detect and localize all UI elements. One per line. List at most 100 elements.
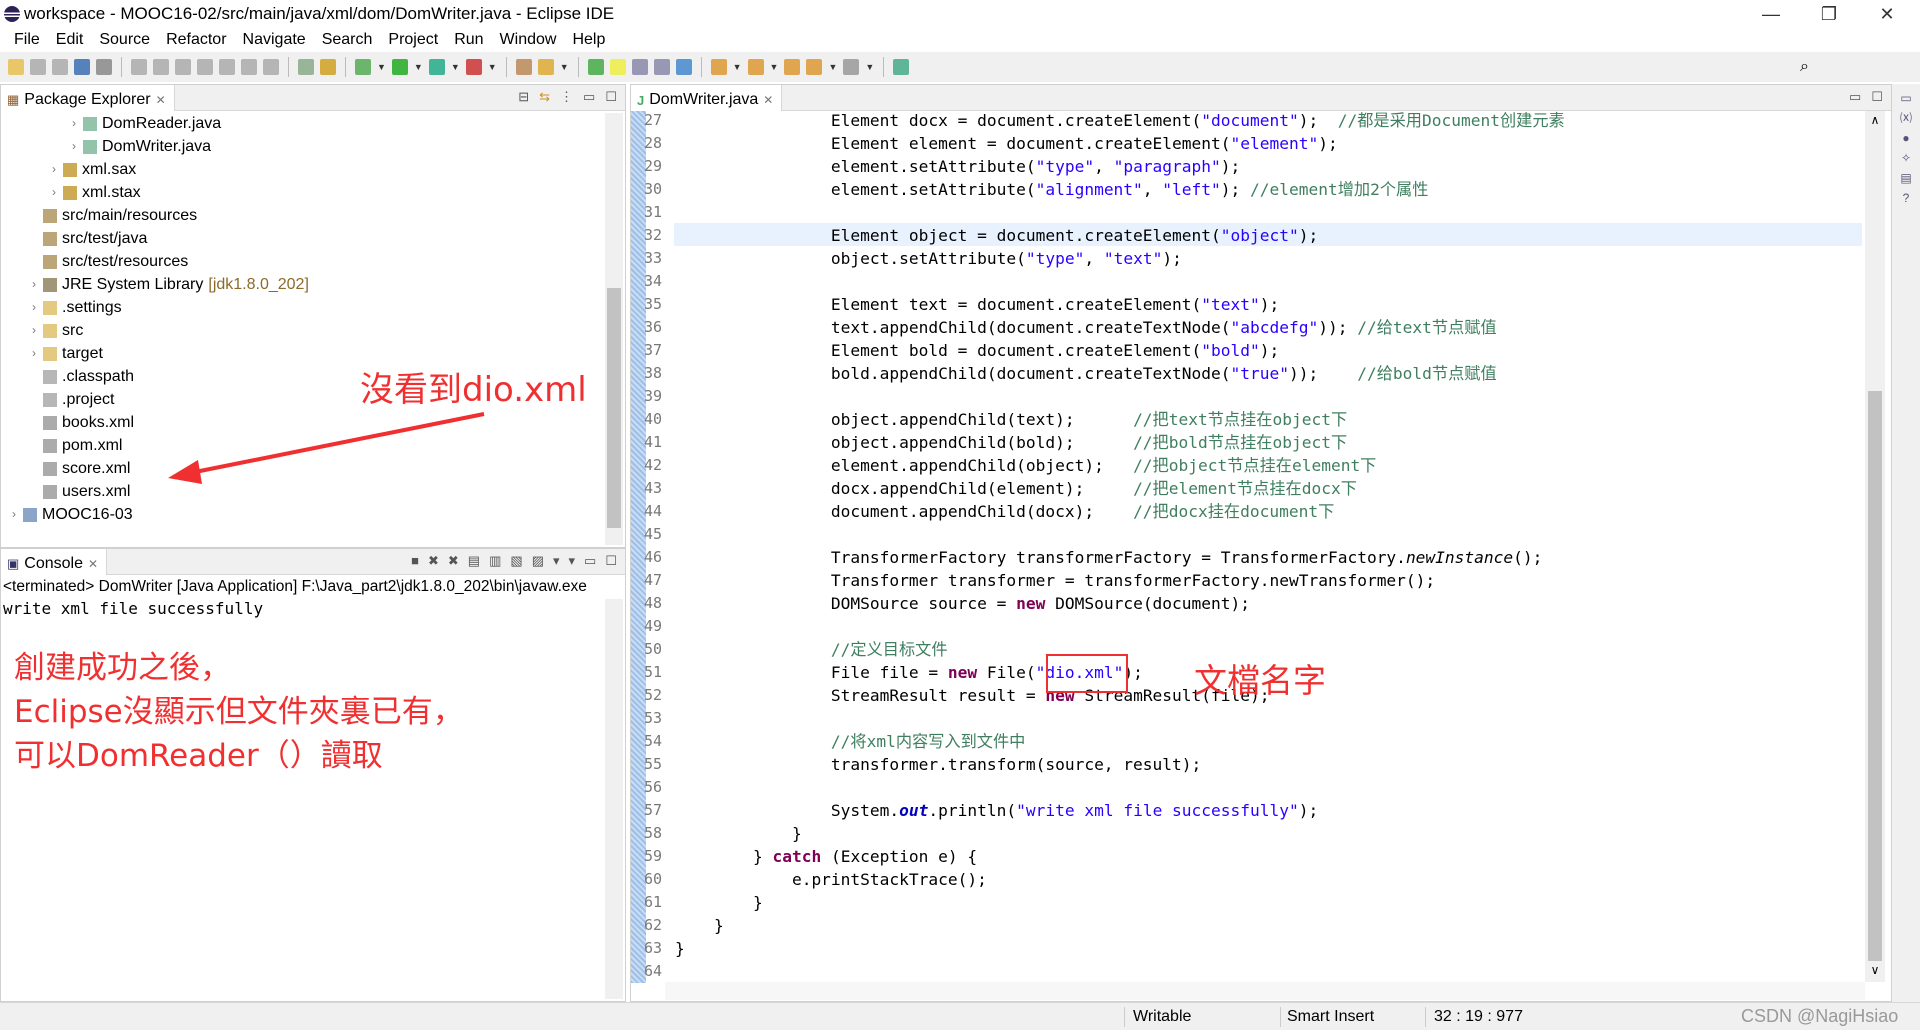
tree-item[interactable]: › DomReader.java	[67, 112, 221, 135]
chevron-right-icon[interactable]: ›	[27, 273, 41, 296]
tree-item[interactable]: score.xml	[27, 457, 130, 480]
toolbar-button-icon[interactable]	[298, 59, 314, 75]
toolbar-button-icon[interactable]	[843, 59, 860, 75]
view-menu-icon[interactable]: ⋮	[560, 89, 573, 105]
dropdown-arrow-icon[interactable]: ▼	[488, 62, 497, 72]
tree-item[interactable]: .project	[27, 388, 114, 411]
toolbar-button-icon[interactable]	[675, 59, 692, 75]
toolbar-button-icon[interactable]	[219, 59, 235, 75]
tab-domwriter-java[interactable]: J DomWriter.java ✕	[631, 85, 783, 111]
code-line[interactable]: } catch (Exception e) {	[675, 845, 977, 868]
chevron-right-icon[interactable]: ›	[67, 112, 81, 135]
tree-item[interactable]: books.xml	[27, 411, 134, 434]
toolbar-button-icon[interactable]	[197, 59, 213, 75]
toolbar-button-icon[interactable]	[391, 59, 408, 75]
chevron-right-icon[interactable]: ›	[27, 342, 41, 365]
code-line[interactable]: }	[675, 891, 763, 914]
code-line[interactable]: Element element = document.createElement…	[675, 132, 1338, 155]
toolbar-button-icon[interactable]	[747, 59, 764, 75]
help-icon[interactable]: ?	[1892, 188, 1920, 208]
toolbar-button-icon[interactable]	[263, 59, 279, 75]
link-editor-icon[interactable]: ⇆	[539, 89, 550, 105]
chevron-right-icon[interactable]: ›	[67, 135, 81, 158]
chevron-right-icon[interactable]: ›	[27, 319, 41, 342]
code-line[interactable]: Element text = document.createElement("t…	[675, 293, 1279, 316]
toolbar-button-icon[interactable]	[806, 59, 823, 75]
tree-item[interactable]: › .settings	[27, 296, 122, 319]
code-line[interactable]: Element bold = document.createElement("b…	[675, 339, 1279, 362]
scroll-down-icon[interactable]: ∨	[1865, 963, 1885, 977]
tree-item[interactable]: › JRE System Library [jdk1.8.0_202]	[27, 273, 309, 296]
code-line[interactable]: System.out.println("write xml file succe…	[675, 799, 1318, 822]
menu-edit[interactable]: Edit	[48, 28, 92, 52]
scrollbar-thumb[interactable]	[607, 288, 621, 528]
toolbar-button-icon[interactable]	[355, 59, 371, 75]
toolbar-button-icon[interactable]	[653, 59, 670, 75]
word-wrap-icon[interactable]: ▧	[510, 553, 522, 569]
toolbar-button-icon[interactable]	[515, 59, 532, 75]
menu-search[interactable]: Search	[314, 28, 381, 52]
tree-item[interactable]: src/test/resources	[27, 250, 188, 273]
toolbar-button-icon[interactable]	[320, 59, 336, 75]
toolbar-button-icon[interactable]	[784, 59, 801, 75]
toolbar-button-icon[interactable]	[710, 59, 727, 75]
dropdown-arrow-icon[interactable]: ▼	[770, 62, 779, 72]
dropdown-arrow-icon[interactable]: ▼	[560, 62, 569, 72]
toolbar-button-icon[interactable]	[241, 59, 257, 75]
editor-vscrollbar[interactable]: ∧ ∨	[1865, 111, 1885, 982]
chevron-right-icon[interactable]: ›	[27, 296, 41, 319]
minimize-button[interactable]: —	[1742, 0, 1800, 28]
tree-item[interactable]: › DomWriter.java	[67, 135, 211, 158]
toolbar-button-icon[interactable]	[30, 59, 46, 75]
dropdown-arrow-icon[interactable]: ▼	[733, 62, 742, 72]
maximize-button[interactable]: ❐	[1800, 0, 1858, 28]
chevron-right-icon[interactable]: ›	[7, 503, 21, 526]
code-line[interactable]: //将xml内容写入到文件中	[675, 730, 1025, 753]
toolbar-button-icon[interactable]	[52, 59, 68, 75]
code-line[interactable]: TransformerFactory transformerFactory = …	[675, 546, 1542, 569]
toolbar-button-icon[interactable]	[131, 59, 147, 75]
code-line[interactable]: document.appendChild(docx); //把docx挂在doc…	[675, 500, 1334, 523]
console-output[interactable]: write xml file successfully	[3, 599, 263, 618]
code-line[interactable]: object.setAttribute("type", "text");	[675, 247, 1182, 270]
menu-run[interactable]: Run	[446, 28, 491, 52]
toolbar-button-icon[interactable]	[8, 59, 24, 75]
tree-item[interactable]: src/test/java	[27, 227, 147, 250]
tab-package-explorer[interactable]: ▦ Package Explorer ✕	[1, 85, 175, 111]
maximize-view-icon[interactable]: ☐	[1871, 89, 1883, 105]
toolbar-button-icon[interactable]	[631, 59, 648, 75]
code-line[interactable]: Element docx = document.createElement("d…	[675, 109, 1565, 132]
terminate-icon[interactable]: ■	[411, 553, 419, 569]
tree-item[interactable]: › MOOC16-03	[7, 503, 133, 526]
code-line[interactable]: object.appendChild(bold); //把bold节点挂在obj…	[675, 431, 1347, 454]
toolbar-button-icon[interactable]	[893, 59, 910, 75]
restore-icon[interactable]: ▭	[1892, 88, 1920, 108]
remove-all-icon[interactable]: ✖	[448, 553, 459, 569]
code-line[interactable]: element.setAttribute("type", "paragraph"…	[675, 155, 1240, 178]
tree-item[interactable]: › xml.sax	[47, 158, 136, 181]
dropdown-arrow-icon[interactable]: ▼	[377, 62, 386, 72]
code-line[interactable]: StreamResult result = new StreamResult(f…	[675, 684, 1270, 707]
close-tab-icon[interactable]: ✕	[763, 93, 773, 107]
code-line[interactable]: object.appendChild(text); //把text节点挂在obj…	[675, 408, 1347, 431]
code-line[interactable]: DOMSource source = new DOMSource(documen…	[675, 592, 1250, 615]
scroll-up-icon[interactable]: ∧	[1865, 113, 1885, 127]
close-button[interactable]: ✕	[1858, 0, 1916, 28]
remove-launch-icon[interactable]: ✖	[428, 553, 439, 569]
code-line[interactable]: Transformer transformer = transformerFac…	[675, 569, 1435, 592]
code-line[interactable]: element.setAttribute("alignment", "left"…	[675, 178, 1429, 201]
close-tab-icon[interactable]: ✕	[88, 557, 98, 571]
tab-console[interactable]: ▣ Console ✕	[1, 549, 108, 575]
code-line[interactable]: e.printStackTrace();	[675, 868, 987, 891]
code-line[interactable]: }	[675, 937, 685, 960]
menu-navigate[interactable]: Navigate	[235, 28, 314, 52]
tree-item[interactable]: › target	[27, 342, 103, 365]
menu-refactor[interactable]: Refactor	[158, 28, 234, 52]
search-icon[interactable]: ⌕	[1800, 58, 1809, 76]
toolbar-button-icon[interactable]	[175, 59, 191, 75]
close-tab-icon[interactable]: ✕	[156, 93, 166, 107]
toolbar-button-icon[interactable]	[587, 59, 604, 75]
toolbar-button-icon[interactable]	[465, 59, 482, 75]
collapse-all-icon[interactable]: ⊟	[518, 89, 529, 105]
toolbar-button-icon[interactable]	[96, 59, 112, 75]
